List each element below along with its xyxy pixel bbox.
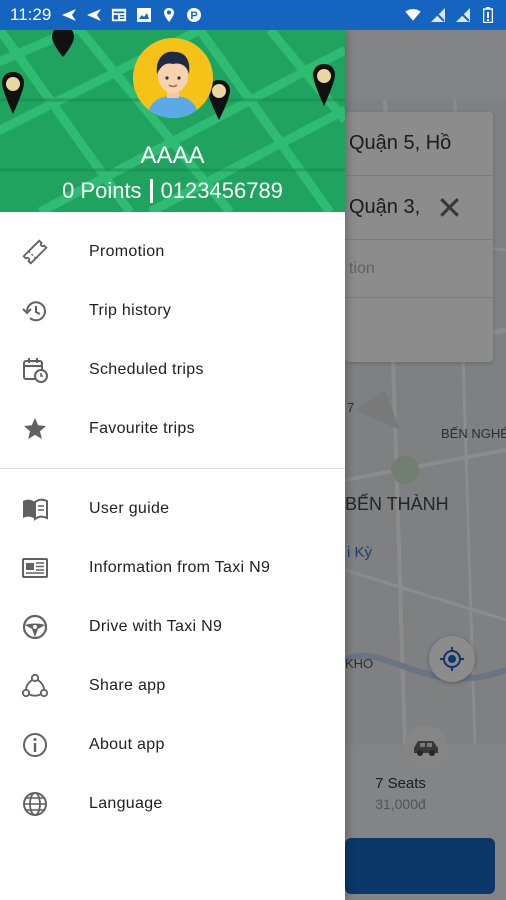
status-bar: 11:29 P bbox=[0, 0, 506, 30]
battery-icon bbox=[480, 7, 496, 23]
menu-item-favourite-trips[interactable]: Favourite trips bbox=[0, 399, 345, 458]
news-icon bbox=[111, 7, 127, 23]
menu-item-label: Favourite trips bbox=[89, 419, 195, 437]
star-icon bbox=[20, 414, 50, 444]
menu-item-label: Drive with Taxi N9 bbox=[89, 617, 223, 635]
newspaper-icon bbox=[20, 553, 50, 583]
drawer-header: AAAA 0 Points 0123456789 bbox=[0, 30, 345, 212]
menu-item-label: Scheduled trips bbox=[89, 360, 204, 378]
user-meta: 0 Points 0123456789 bbox=[0, 178, 345, 204]
wifi-icon bbox=[405, 7, 421, 23]
menu-item-label: Trip history bbox=[89, 301, 172, 319]
avatar[interactable] bbox=[133, 38, 213, 118]
no-signal-icon bbox=[455, 7, 471, 23]
menu-item-label: Information from Taxi N9 bbox=[89, 558, 271, 576]
navigation-icon bbox=[86, 7, 102, 23]
navigation-drawer: AAAA 0 Points 0123456789 Promotion Trip … bbox=[0, 30, 345, 900]
menu-item-information[interactable]: Information from Taxi N9 bbox=[0, 538, 345, 597]
menu-item-drive-with-us[interactable]: Drive with Taxi N9 bbox=[0, 597, 345, 656]
share-icon bbox=[20, 671, 50, 701]
user-name: AAAA bbox=[140, 142, 205, 169]
globe-icon bbox=[20, 789, 50, 819]
menu-item-label: Share app bbox=[89, 676, 166, 694]
svg-text:P: P bbox=[191, 10, 198, 22]
menu-item-label: About app bbox=[89, 735, 165, 753]
steering-wheel-icon bbox=[20, 612, 50, 642]
menu-item-share-app[interactable]: Share app bbox=[0, 656, 345, 715]
navigation-icon bbox=[61, 7, 77, 23]
menu-item-about-app[interactable]: About app bbox=[0, 715, 345, 774]
calendar-clock-icon bbox=[20, 355, 50, 385]
menu-item-label: Language bbox=[89, 794, 163, 812]
user-points: 0 Points bbox=[62, 178, 142, 203]
parking-icon: P bbox=[186, 7, 202, 23]
drawer-menu-primary: Promotion Trip history Scheduled trips F… bbox=[0, 212, 345, 458]
menu-item-label: User guide bbox=[89, 499, 170, 517]
history-icon bbox=[20, 296, 50, 326]
book-icon bbox=[20, 494, 50, 524]
info-icon bbox=[20, 730, 50, 760]
menu-item-user-guide[interactable]: User guide bbox=[0, 479, 345, 538]
divider bbox=[149, 179, 153, 203]
no-signal-icon bbox=[430, 7, 446, 23]
user-phone: 0123456789 bbox=[160, 178, 283, 203]
menu-item-language[interactable]: Language bbox=[0, 774, 345, 833]
menu-item-trip-history[interactable]: Trip history bbox=[0, 281, 345, 340]
user-avatar-icon bbox=[133, 38, 213, 118]
menu-item-label: Promotion bbox=[89, 242, 165, 260]
menu-item-scheduled-trips[interactable]: Scheduled trips bbox=[0, 340, 345, 399]
ticket-icon bbox=[20, 237, 50, 267]
location-pin-icon bbox=[161, 7, 177, 23]
menu-item-promotion[interactable]: Promotion bbox=[0, 222, 345, 281]
image-icon bbox=[136, 7, 152, 23]
drawer-menu-secondary: User guide Information from Taxi N9 Driv… bbox=[0, 469, 345, 833]
status-time: 11:29 bbox=[10, 5, 52, 24]
drawer-scrim[interactable] bbox=[345, 30, 506, 900]
